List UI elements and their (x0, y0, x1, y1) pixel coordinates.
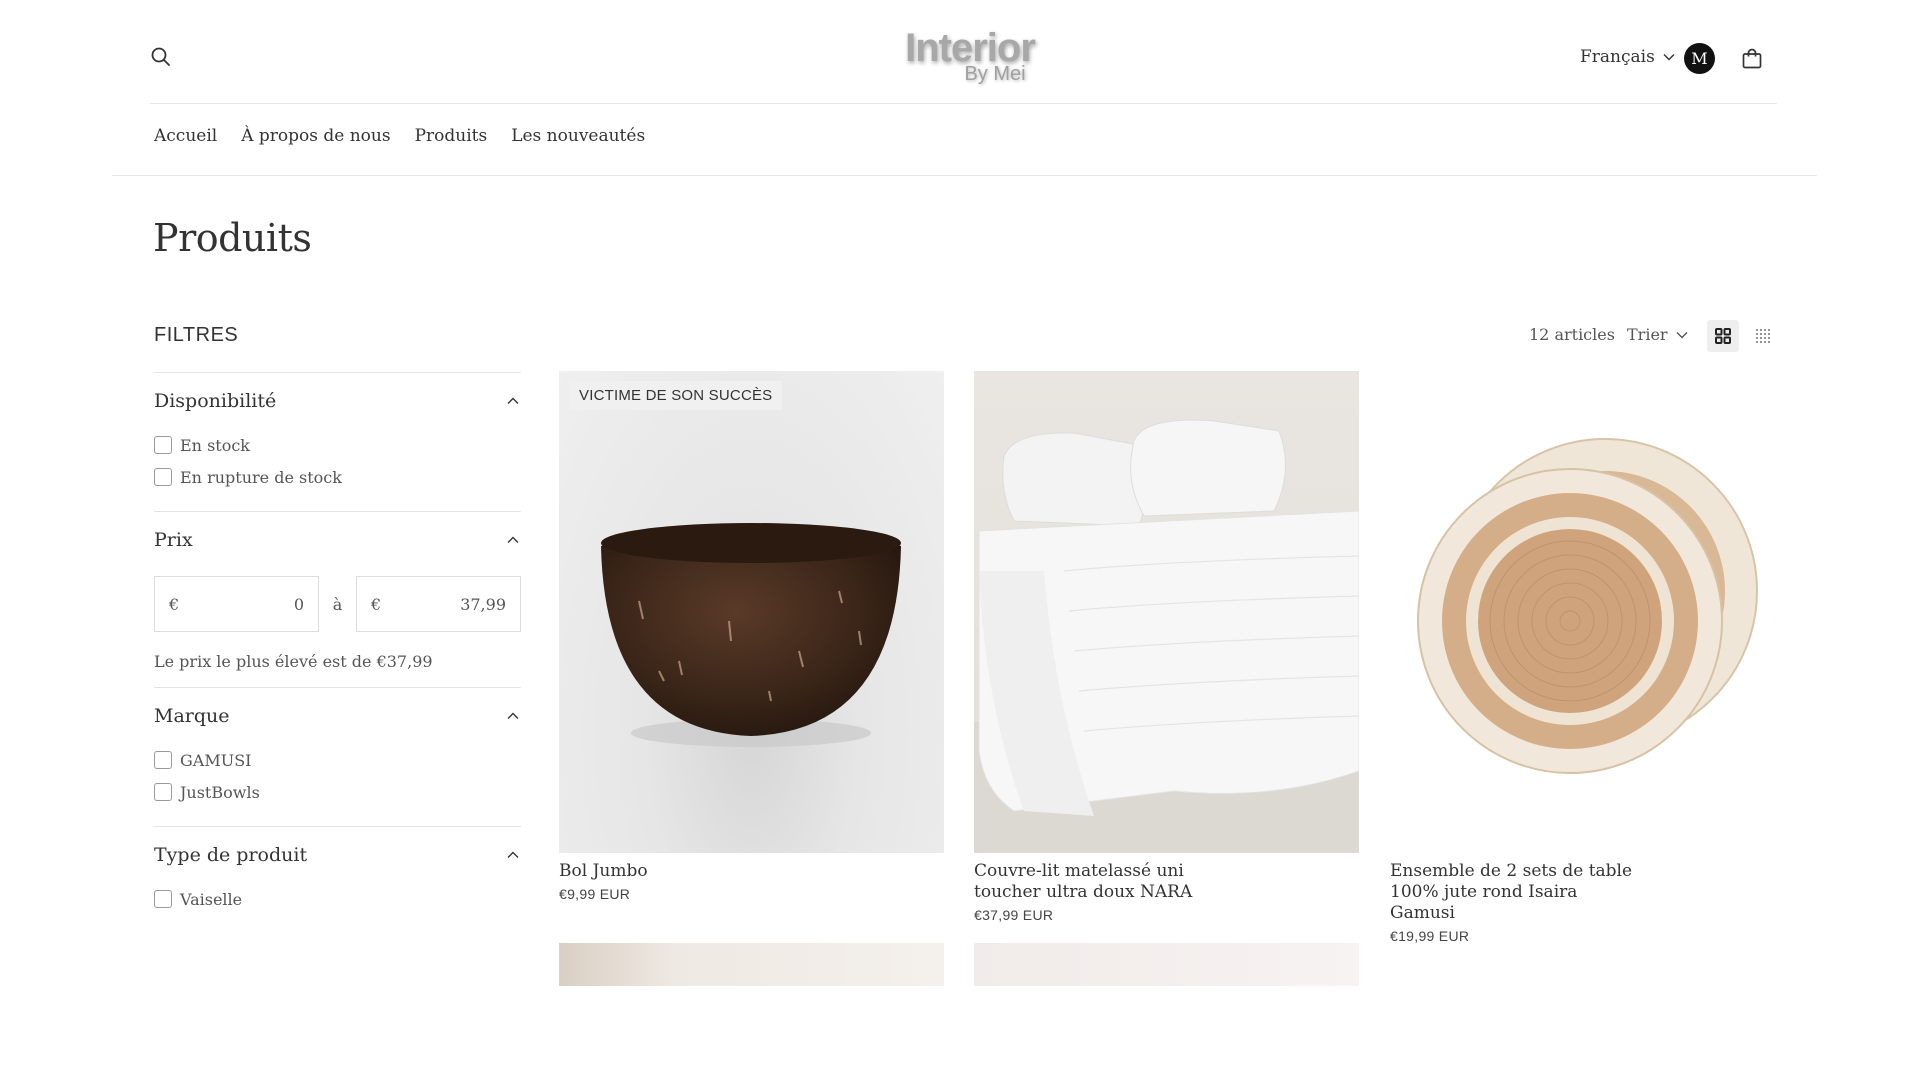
nav-item-produits[interactable]: Produits (415, 126, 488, 146)
facet-product-type: Type de produit Vaiselle (154, 826, 521, 915)
search-icon[interactable] (150, 46, 172, 68)
filter-option-label: En rupture de stock (180, 467, 342, 487)
grid-view-small-button[interactable] (1747, 320, 1779, 352)
price-range: € 0 à € 37,99 (154, 576, 521, 632)
nav-item-accueil[interactable]: Accueil (154, 126, 217, 146)
filter-option-label: JustBowls (180, 782, 260, 802)
filter-brand-gamusi[interactable]: GAMUSI (154, 744, 521, 776)
sort-label: Trier (1627, 325, 1668, 344)
price-to-value: 37,99 (460, 594, 506, 614)
chevron-down-icon (1676, 331, 1688, 338)
product-image-placemats[interactable] (1390, 371, 1775, 853)
product-title[interactable]: Bol Jumbo (559, 861, 809, 882)
currency-symbol: € (169, 594, 180, 614)
chevron-up-icon (507, 397, 519, 404)
checkbox[interactable] (154, 890, 172, 908)
filter-out-of-stock[interactable]: En rupture de stock (154, 461, 521, 493)
chevron-up-icon (507, 851, 519, 858)
nav-divider (112, 175, 1817, 176)
filter-option-label: GAMUSI (180, 750, 252, 770)
product-badge: VICTIME DE SON SUCCÈS (569, 381, 783, 410)
cart-icon[interactable] (1740, 47, 1764, 71)
filter-in-stock[interactable]: En stock (154, 429, 521, 461)
product-image-bedspread[interactable] (974, 371, 1359, 853)
product-price: €9,99 EUR (559, 886, 631, 902)
facet-price-toggle[interactable]: Prix (154, 512, 521, 568)
product-price: €19,99 EUR (1390, 928, 1470, 944)
price-max-note: Le prix le plus élevé est de €37,99 (154, 652, 433, 671)
facet-availability: Disponibilité En stock En rupture de sto… (154, 372, 521, 493)
facet-brand-toggle[interactable]: Marque (154, 688, 521, 744)
filter-option-label: En stock (180, 435, 250, 455)
product-image-partial[interactable] (559, 943, 944, 986)
site-logo[interactable]: Interior By Mei (895, 28, 1045, 92)
product-card[interactable]: VICTIME DE SON SUCCÈS Bol Jumbo €9,99 EU… (559, 371, 944, 902)
product-card[interactable]: Ensemble de 2 sets de table 100% jute ro… (1390, 371, 1775, 944)
facet-availability-label: Disponibilité (154, 390, 277, 412)
chevron-up-icon (507, 712, 519, 719)
product-price: €37,99 EUR (974, 907, 1054, 923)
filter-option-label: Vaiselle (180, 889, 243, 909)
product-image-bowl[interactable]: VICTIME DE SON SUCCÈS (559, 371, 944, 853)
checkbox[interactable] (154, 783, 172, 801)
header-divider (150, 103, 1777, 104)
chevron-up-icon (507, 536, 519, 543)
facet-product-type-toggle[interactable]: Type de produit (154, 827, 521, 883)
bedspread-image (974, 419, 1359, 853)
filters-heading: FILTRES (154, 324, 239, 346)
price-from-value: 0 (293, 594, 304, 614)
currency-symbol: € (371, 594, 382, 614)
nav-item-a-propos[interactable]: À propos de nous (241, 126, 390, 146)
nav-item-nouveautes[interactable]: Les nouveautés (511, 126, 645, 146)
product-count: 12 articles (1529, 325, 1615, 344)
facet-brand: Marque GAMUSI JustBowls (154, 687, 521, 808)
facet-price-label: Prix (154, 529, 193, 551)
product-card[interactable]: Couvre-lit matelassé uni toucher ultra d… (974, 371, 1359, 923)
site-header: Interior By Mei Français M (0, 0, 1920, 104)
avatar-initial: M (1691, 49, 1708, 68)
price-separator: à (332, 594, 343, 614)
checkbox[interactable] (154, 436, 172, 454)
main-nav: Accueil À propos de nous Produits Les no… (154, 126, 645, 146)
account-avatar[interactable]: M (1684, 43, 1715, 74)
coconut-bowl-image (601, 523, 901, 747)
chevron-down-icon (1663, 54, 1675, 61)
checkbox[interactable] (154, 751, 172, 769)
filter-type-vaiselle[interactable]: Vaiselle (154, 883, 521, 915)
grid-large-icon (1715, 328, 1731, 344)
product-image-partial[interactable] (974, 943, 1359, 986)
language-label: Français (1580, 47, 1655, 67)
jute-placemats-image (1417, 438, 1758, 774)
grid-small-icon (1755, 328, 1771, 344)
price-from-field[interactable]: € 0 (154, 576, 319, 632)
facet-availability-toggle[interactable]: Disponibilité (154, 373, 521, 429)
logo-text: Interior (905, 26, 1036, 70)
checkbox[interactable] (154, 468, 172, 486)
facet-price: Prix € 0 à € 37,99 Le prix le plus élevé… (154, 511, 521, 671)
facet-brand-label: Marque (154, 705, 230, 727)
facet-product-type-label: Type de produit (154, 844, 308, 866)
grid-view-large-button[interactable] (1707, 320, 1739, 352)
price-to-field[interactable]: € 37,99 (356, 576, 521, 632)
product-title[interactable]: Couvre-lit matelassé uni toucher ultra d… (974, 861, 1224, 903)
product-title[interactable]: Ensemble de 2 sets de table 100% jute ro… (1390, 861, 1640, 924)
page-title: Produits (153, 216, 312, 260)
sort-dropdown[interactable]: Trier (1627, 325, 1688, 344)
filter-brand-justbowls[interactable]: JustBowls (154, 776, 521, 808)
language-selector[interactable]: Français (1580, 47, 1675, 67)
